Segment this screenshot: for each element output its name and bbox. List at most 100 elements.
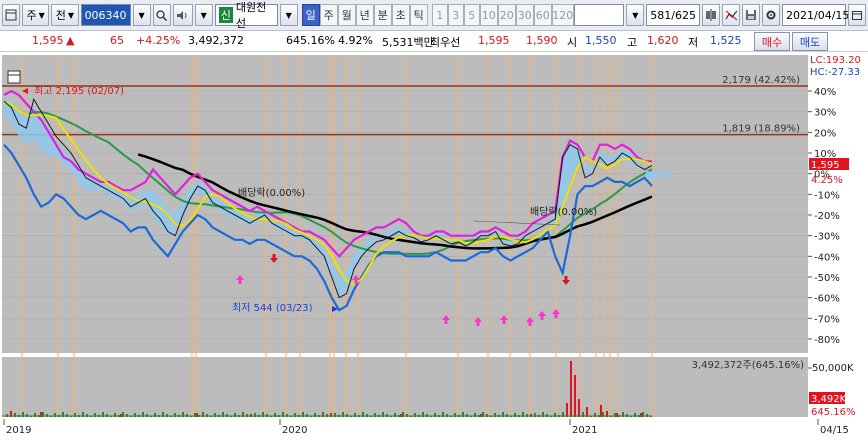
dividend-annotation: 배당락(0.00%) bbox=[238, 187, 305, 199]
volume-axis-label: 50,000K bbox=[812, 363, 854, 374]
stock-code-input[interactable]: 006340 bbox=[80, 4, 131, 26]
volume-spike-bar bbox=[574, 375, 576, 417]
x-tick-label: 2020 bbox=[282, 425, 307, 436]
price-change-pct: +4.25% bbox=[136, 34, 181, 47]
high-price: 1,620 bbox=[647, 34, 679, 47]
low-label: 저 bbox=[688, 36, 699, 49]
gear-icon[interactable] bbox=[762, 4, 780, 26]
open-price: 1,550 bbox=[585, 34, 617, 47]
y-tick-label: -60% bbox=[814, 294, 840, 305]
volume-summary: 3,492,372주(645.16%) bbox=[692, 360, 804, 371]
minute-option-10[interactable]: 10 bbox=[479, 4, 498, 26]
buy-button[interactable]: 매수 bbox=[754, 32, 790, 51]
minute-option-20[interactable]: 20 bbox=[497, 4, 516, 26]
toolbar: 주 ▼ 전 ▼ 006340 ▼ ▼ 신 대원전선 ▼ 일주월년분초틱 1351… bbox=[0, 0, 868, 31]
name-dropdown-button[interactable]: ▼ bbox=[279, 4, 298, 26]
minute-option-1[interactable]: 1 bbox=[431, 4, 448, 26]
period-tab-3[interactable]: 년 bbox=[355, 4, 374, 26]
save-icon[interactable] bbox=[742, 4, 760, 26]
x-tick-label: 2019 bbox=[6, 425, 31, 436]
current-price: 1,595 bbox=[32, 34, 64, 47]
high-label: 고 bbox=[627, 36, 638, 49]
y-tick-label: -50% bbox=[814, 273, 840, 284]
sell-button[interactable]: 매도 bbox=[792, 32, 828, 51]
y-tick-label: -40% bbox=[814, 252, 840, 263]
calendar-icon[interactable] bbox=[848, 4, 866, 26]
date-field[interactable]: 2021/04/15 bbox=[782, 4, 849, 26]
x-tick-label: 2021 bbox=[572, 425, 597, 436]
sin-badge: 신 bbox=[218, 7, 233, 23]
resistance-label: 2,179 (42.42%) bbox=[722, 75, 800, 86]
minute-option-60[interactable]: 60 bbox=[533, 4, 552, 26]
quote-bar: 1,595 ▲ 65 +4.25% 3,492,372 645.16% 4.92… bbox=[0, 31, 868, 52]
chevron-down-icon: ▼ bbox=[67, 10, 75, 20]
stock-name-box[interactable]: 신 대원전선 bbox=[214, 1, 278, 30]
period-tab-6[interactable]: 틱 bbox=[409, 4, 428, 26]
low-price: 1,525 bbox=[710, 34, 742, 47]
period-tab-5[interactable]: 초 bbox=[391, 4, 410, 26]
search-icon[interactable] bbox=[152, 4, 171, 26]
chart-canvas[interactable]: 40%30%20%10%0%-10%-20%-30%-40%-50%-60%-7… bbox=[0, 53, 868, 443]
prev-label: 전 bbox=[55, 9, 66, 22]
price-change: 65 bbox=[110, 34, 124, 47]
volume-tag: 3,492K bbox=[811, 394, 847, 405]
minute-option-5[interactable]: 5 bbox=[463, 4, 480, 26]
open-label: 시 bbox=[567, 36, 578, 49]
dividend-annotation: 배당락(0.00%) bbox=[530, 206, 597, 218]
market-label: 주 bbox=[26, 9, 37, 22]
zoom-icon[interactable] bbox=[702, 4, 720, 26]
prev-select[interactable]: 전 ▼ bbox=[51, 4, 79, 26]
minute-options: 1 3 5 10 20 30 60 120 bbox=[431, 4, 574, 26]
period-tab-0[interactable]: 일 bbox=[301, 4, 320, 26]
best-quote-label: 최우선 bbox=[430, 36, 461, 49]
period-tab-1[interactable]: 주 bbox=[319, 4, 338, 26]
window-menu-icon[interactable] bbox=[2, 4, 20, 26]
volume: 3,492,372 bbox=[188, 34, 244, 47]
volume-pane bbox=[2, 357, 808, 417]
hc-label: HC:-27.33 bbox=[810, 67, 860, 78]
volume-pct: 645.16% bbox=[286, 34, 335, 47]
ask-price: 1,595 bbox=[478, 34, 510, 47]
volume-spike-bar bbox=[578, 399, 580, 417]
y-tick-label: 30% bbox=[814, 108, 836, 119]
resistance-label: 1,819 (18.89%) bbox=[722, 124, 800, 135]
y-tick-label: 20% bbox=[814, 128, 836, 139]
y-tick-label: 40% bbox=[814, 87, 836, 98]
volume-spike-bar bbox=[570, 361, 572, 417]
code-dropdown-button[interactable]: ▼ bbox=[132, 4, 151, 26]
price-tag: 1,595 bbox=[811, 160, 840, 171]
turnover-rate: 4.92% bbox=[338, 34, 373, 47]
minute-option-120[interactable]: 120 bbox=[551, 4, 574, 26]
period-tabs: 일주월년분초틱 bbox=[301, 4, 428, 26]
chevron-down-icon: ▼ bbox=[38, 10, 45, 20]
low-annotation: 최저 544 (03/23) bbox=[232, 302, 313, 314]
count-value: 581 bbox=[650, 8, 672, 22]
count-field[interactable]: 581/625 bbox=[646, 4, 700, 26]
minute-custom-input[interactable] bbox=[573, 4, 625, 26]
minute-dropdown-button[interactable]: ▼ bbox=[626, 4, 645, 26]
speaker-icon[interactable] bbox=[172, 4, 193, 26]
minute-option-3[interactable]: 3 bbox=[447, 4, 464, 26]
stock-chart[interactable]: 40% 30% 20% 10% 0% -10% -20% -30% -40% -50% -60% -7… bbox=[0, 53, 868, 443]
minute-option-30[interactable]: 30 bbox=[515, 4, 534, 26]
volume-spike-bar bbox=[566, 403, 568, 417]
lc-label: LC:193.20 bbox=[810, 55, 861, 66]
high-annotation: 최고 2,195 (02/07) bbox=[34, 85, 124, 97]
total-value: /625 bbox=[671, 8, 696, 22]
y-tick-label: -10% bbox=[814, 190, 840, 201]
market-select[interactable]: 주 ▼ bbox=[22, 4, 50, 26]
bid-price: 1,590 bbox=[526, 34, 558, 47]
up-arrow-icon: ▲ bbox=[66, 34, 75, 47]
price-pane bbox=[2, 55, 808, 353]
period-tab-4[interactable]: 분 bbox=[373, 4, 392, 26]
pct-tag: 4.25% bbox=[811, 175, 843, 186]
period-tab-2[interactable]: 월 bbox=[337, 4, 356, 26]
trade-value: 5,531백만 bbox=[382, 36, 434, 49]
y-tick-label: -30% bbox=[814, 232, 840, 243]
y-tick-label: -80% bbox=[814, 335, 840, 346]
chart-type-icon[interactable] bbox=[722, 4, 740, 26]
y-tick-label: -70% bbox=[814, 314, 840, 325]
x-tick-label: 04/15 bbox=[820, 425, 849, 436]
y-tick-label: -20% bbox=[814, 211, 840, 222]
speaker-dropdown-button[interactable]: ▼ bbox=[194, 4, 213, 26]
